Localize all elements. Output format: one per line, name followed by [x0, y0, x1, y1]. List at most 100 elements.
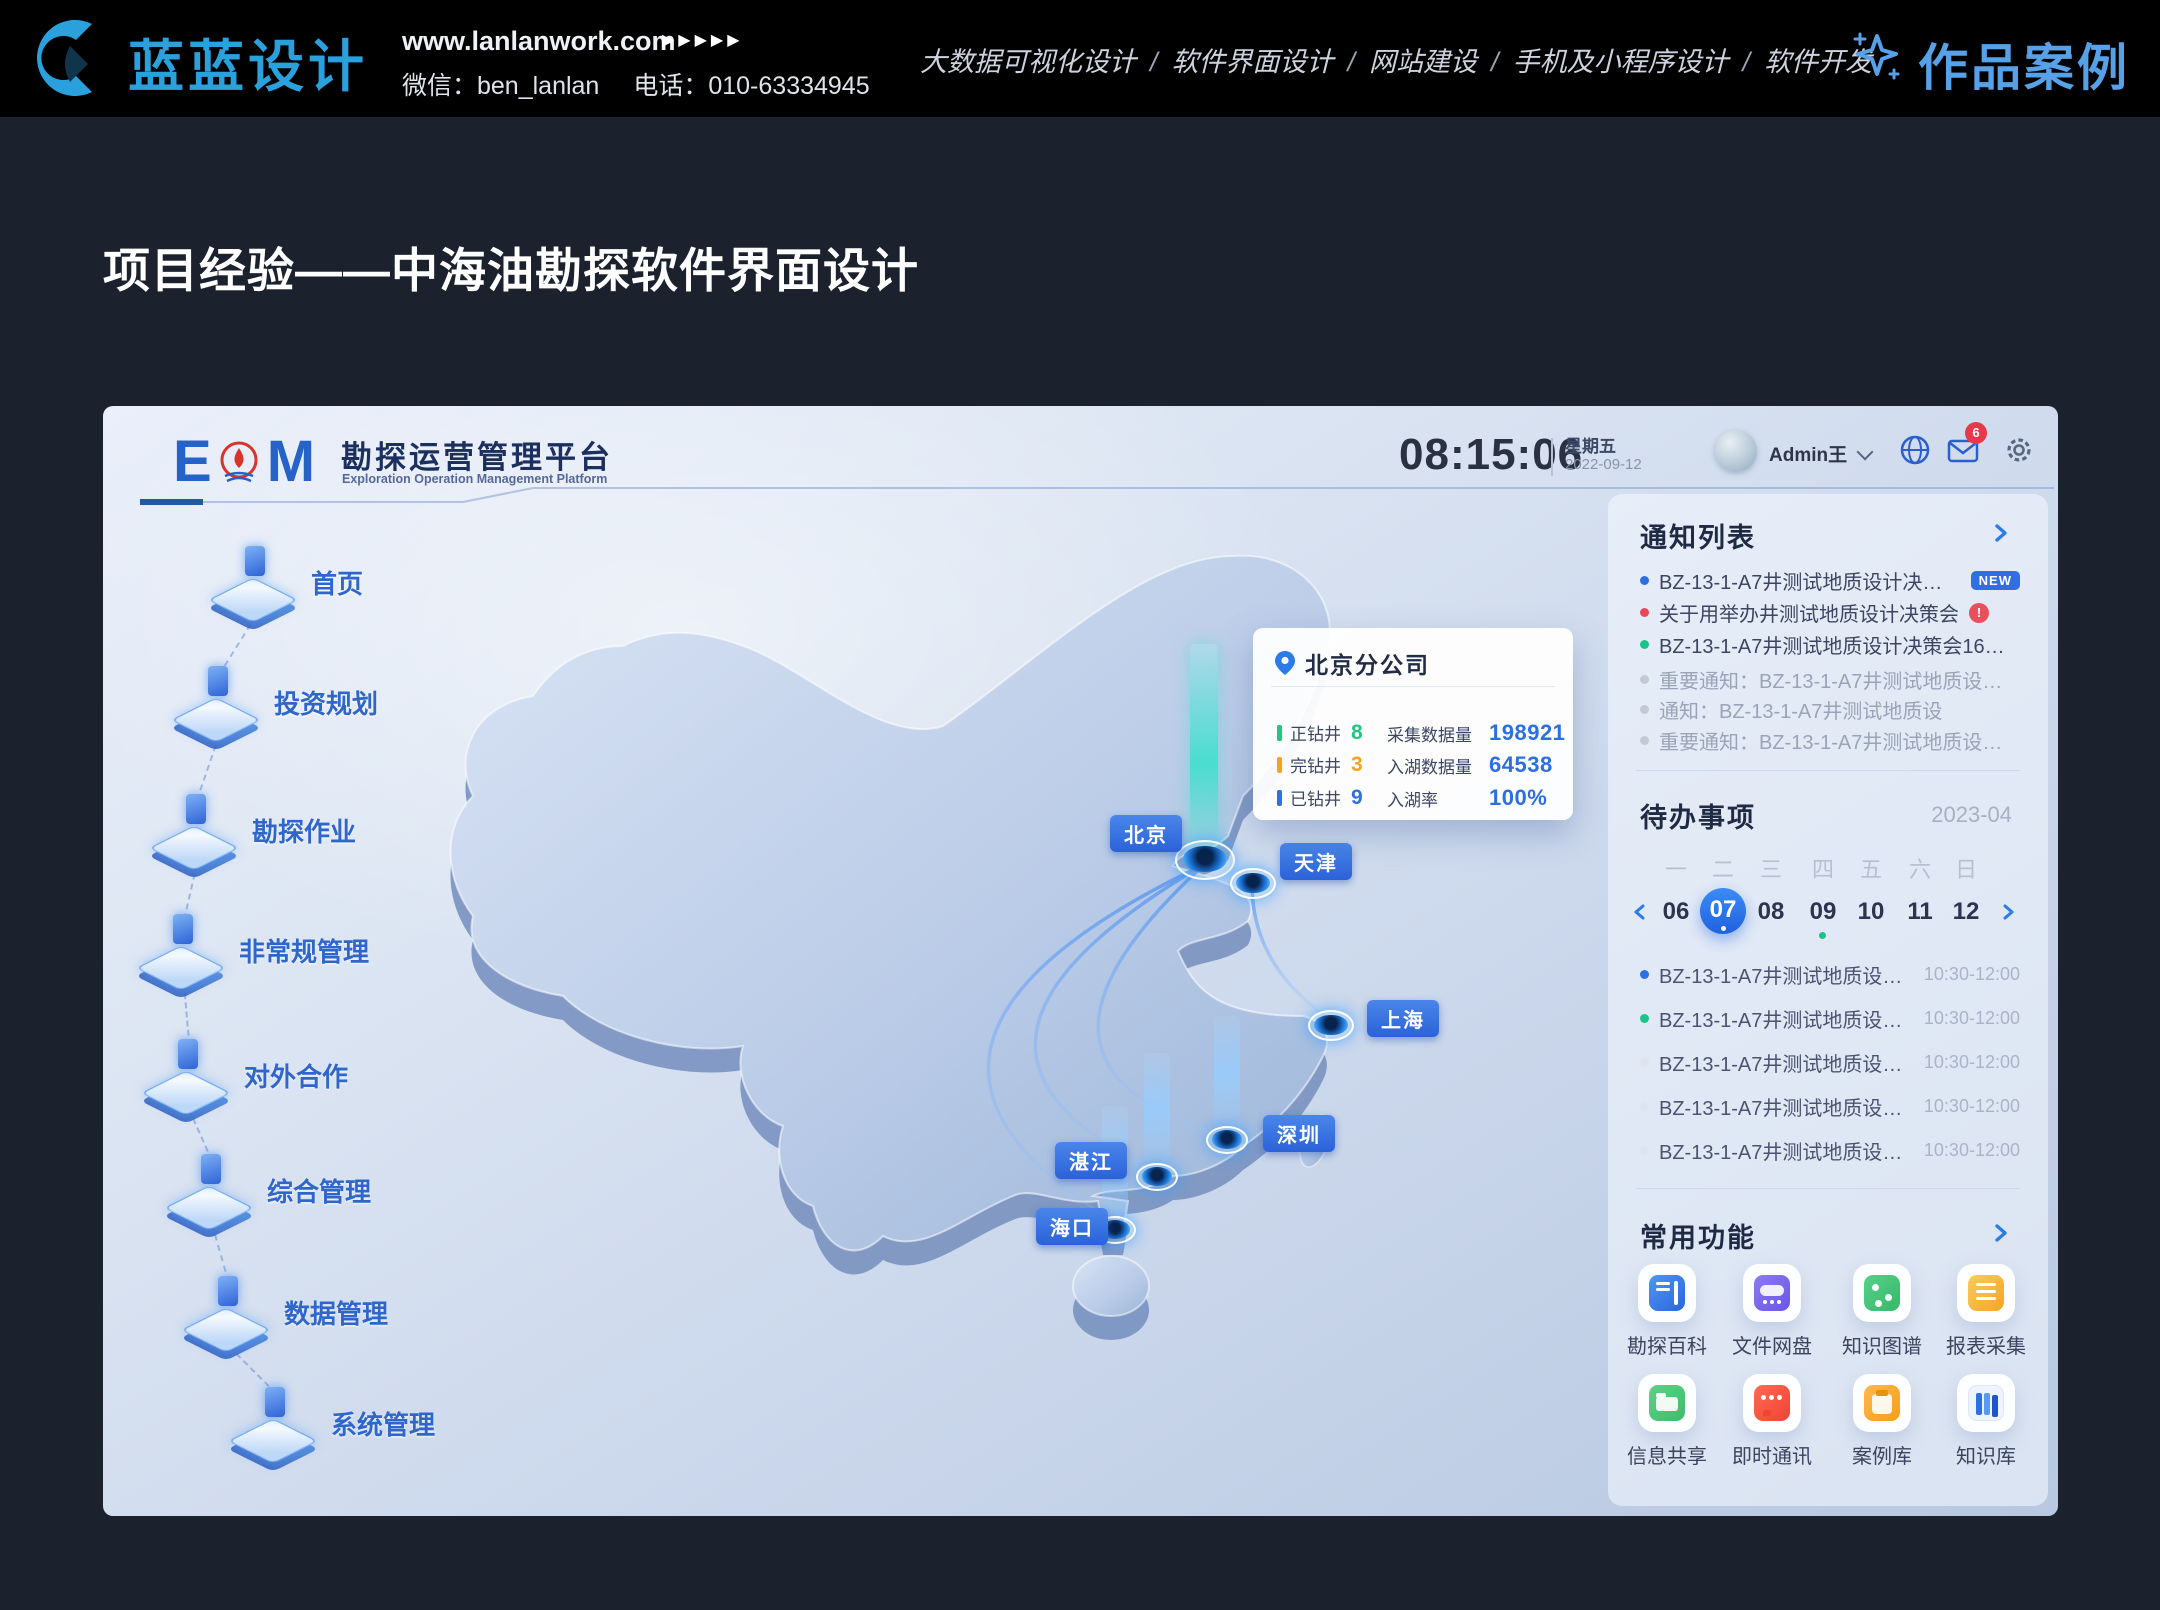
user-name[interactable]: Admin王 [1769, 440, 1847, 467]
wechat-label: 微信：ben_lanlan [402, 72, 599, 100]
popup-stat-drilling: 正钻井 8 [1277, 720, 1363, 745]
contact-info: 微信：ben_lanlan电话：010-63334945 [402, 66, 904, 102]
sidebar-item-home[interactable]: 首页 [209, 540, 363, 624]
sidebar-item-external-cooperation[interactable]: 对外合作 [142, 1033, 348, 1117]
location-pin-icon [1275, 651, 1295, 675]
lanlan-logo-icon [30, 16, 114, 100]
clock-time: 08:15:06 [1399, 430, 1583, 480]
brand-name: 蓝蓝设计 [128, 22, 368, 103]
sidebar-item-system-management[interactable]: 系统管理 [229, 1381, 435, 1465]
ecm-letter-e: E [173, 428, 211, 495]
function-tile-instant-messaging[interactable] [1743, 1374, 1801, 1432]
todo-item[interactable]: BZ-13-1-A7井测试地质设计决策会10:30-12:00 [1640, 1092, 2020, 1121]
functions-title: 常用功能 [1640, 1216, 1756, 1255]
sidebar-item-data-management[interactable]: 数据管理 [182, 1270, 388, 1354]
city-label-shenzhen[interactable]: 深圳 [1263, 1115, 1335, 1152]
gear-icon[interactable] [2001, 432, 2037, 468]
function-tile-knowledge-base[interactable] [1957, 1374, 2015, 1432]
todo-item[interactable]: BZ-13-1-A7井测试地质设计决策会...10:30-12:00 [1640, 1004, 2020, 1033]
platform-3d-icon [182, 1270, 274, 1354]
city-label-shanghai[interactable]: 上海 [1367, 1000, 1439, 1037]
cnooc-emblem-icon [215, 438, 263, 486]
calendar-prev-arrow-icon[interactable] [1632, 904, 1648, 920]
notice-item[interactable]: 通知：BZ-13-1-A7井测试地质设 [1640, 695, 2020, 724]
calendar-day[interactable]: 12 [1942, 898, 1990, 926]
panel-divider [1636, 770, 2020, 771]
todo-item[interactable]: BZ-13-1-A7井测试地质设计决策会10:30-12:00 [1640, 1136, 2020, 1165]
function-label: 信息共享 [1607, 1440, 1727, 1469]
event-day-dot [1819, 932, 1826, 939]
sidebar-item-exploration-operations[interactable]: 勘探作业 [150, 788, 356, 872]
function-tile-encyclopedia[interactable] [1638, 1264, 1696, 1322]
calendar-day[interactable]: 09 [1799, 898, 1847, 926]
mail-badge: 6 [1965, 422, 1987, 444]
function-label: 即时通讯 [1712, 1440, 1832, 1469]
tianjin-marker[interactable] [1230, 868, 1276, 899]
new-badge: NEW [1971, 571, 2020, 590]
calendar-day[interactable]: 11 [1896, 898, 1944, 926]
popup-stat-drilled: 已钻井 9 [1277, 785, 1363, 810]
calendar-next-arrow-icon[interactable] [2000, 904, 2016, 920]
shenzhen-marker[interactable] [1206, 1126, 1248, 1154]
city-label-tianjin[interactable]: 天津 [1280, 843, 1352, 880]
platform-3d-icon [142, 1033, 234, 1117]
portfolio-link[interactable]: 作品案例 [1918, 28, 2130, 100]
notice-item[interactable]: 重要通知：BZ-13-1-A7井测试地质设计决策会16日14... [1640, 665, 2020, 694]
page: 蓝蓝设计 www.lanlanwork.com ▶▶▶▶▶ 微信：ben_lan… [0, 0, 2160, 1610]
city-label-zhanjiang[interactable]: 湛江 [1055, 1142, 1127, 1179]
todo-month: 2023-04 [1931, 802, 2012, 828]
clock-date: 2022-09-12 [1565, 456, 1642, 473]
globe-icon[interactable] [1897, 432, 1933, 468]
notices-title: 通知列表 [1640, 516, 1756, 555]
platform-3d-icon [229, 1381, 321, 1465]
zhanjiang-marker[interactable] [1136, 1163, 1178, 1191]
ecm-letter-m: M [267, 428, 314, 495]
city-label-beijing[interactable]: 北京 [1110, 815, 1182, 852]
weekday-label: 五 [1847, 852, 1895, 884]
todo-title: 待办事项 [1640, 796, 1756, 835]
sidebar-item-comprehensive-management[interactable]: 综合管理 [165, 1148, 371, 1232]
panel-divider [1636, 1188, 2020, 1189]
function-tile-file-drive[interactable] [1743, 1264, 1801, 1322]
nav-item-mobile[interactable]: 手机及小程序设计 [1513, 47, 1729, 77]
notice-item[interactable]: 重要通知：BZ-13-1-A7井测试地质设计决策会16日14... [1640, 726, 2020, 755]
sidebar-item-unconventional-management[interactable]: 非常规管理 [137, 908, 369, 992]
function-tile-knowledge-graph[interactable] [1853, 1264, 1911, 1322]
sidebar-item-investment-planning[interactable]: 投资规划 [172, 660, 378, 744]
sidebar-item-label: 首页 [311, 564, 363, 601]
shanghai-marker[interactable] [1308, 1010, 1354, 1041]
weekday-label: 日 [1942, 852, 1990, 884]
platform-3d-icon [209, 540, 301, 624]
notice-item[interactable]: BZ-13-1-A7井测试地质设计决策会16日14点开始！ [1640, 630, 2020, 659]
popup-metric-lake: 入湖数据量 64538 [1387, 752, 1553, 778]
beijing-marker[interactable] [1175, 840, 1235, 880]
calendar-day[interactable]: 08 [1747, 898, 1795, 926]
functions-more-arrow-icon[interactable] [1990, 1222, 2012, 1244]
dashboard-screenshot: 北京 天津 上海 深圳 湛江 海口 E M 勘探运营管理平台 Explorati… [103, 406, 2058, 1516]
alert-badge: ! [1969, 603, 1989, 623]
todo-item[interactable]: BZ-13-1-A7井测试地质设计决策会10:30-12:00 [1640, 1048, 2020, 1077]
user-avatar[interactable] [1715, 430, 1757, 472]
city-label-haikou[interactable]: 海口 [1036, 1208, 1108, 1245]
function-label: 知识图谱 [1822, 1330, 1942, 1359]
nav-item-website[interactable]: 网站建设 [1369, 47, 1477, 77]
function-tile-case-library[interactable] [1853, 1374, 1911, 1432]
beijing-branch-popup: 北京分公司 正钻井 8 完钻井 3 已钻井 9 采集数据量 198921 [1253, 628, 1573, 820]
sidebar-item-label: 非常规管理 [239, 932, 369, 969]
nav-item-software-ui[interactable]: 软件界面设计 [1172, 47, 1334, 77]
platform-subtitle: Exploration Operation Management Platfor… [342, 472, 607, 486]
todo-item[interactable]: BZ-13-1-A7井测试地质设计决策会...10:30-12:00 [1640, 960, 2020, 989]
function-tile-info-sharing[interactable] [1638, 1374, 1696, 1432]
notices-more-arrow-icon[interactable] [1990, 522, 2012, 544]
website-url[interactable]: www.lanlanwork.com [402, 26, 676, 57]
notice-item[interactable]: 关于用举办井测试地质设计决策会! [1640, 598, 2020, 627]
notice-item[interactable]: BZ-13-1-A7井测试地质设计决策会16日14点开始NEW [1640, 566, 2020, 595]
sidebar-item-label: 系统管理 [331, 1405, 435, 1442]
page-title: 项目经验——中海油勘探软件界面设计 [103, 232, 919, 301]
nav-item-bigdata[interactable]: 大数据可视化设计 [920, 47, 1136, 77]
calendar-day[interactable]: 10 [1847, 898, 1895, 926]
function-label: 文件网盘 [1712, 1330, 1832, 1359]
calendar-day[interactable]: 06 [1652, 898, 1700, 926]
weekday-label: 四 [1799, 852, 1847, 884]
function-tile-report-collection[interactable] [1957, 1264, 2015, 1322]
